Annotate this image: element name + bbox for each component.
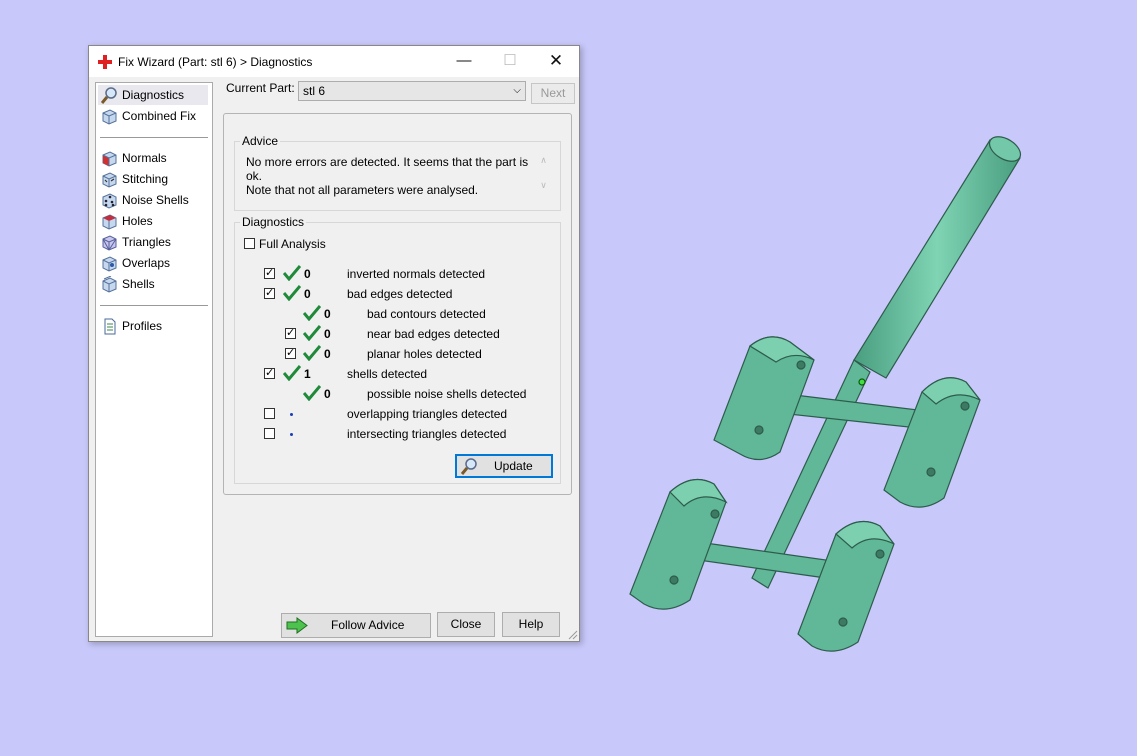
planar-holes-label: planar holes detected [367, 347, 482, 361]
current-part-select[interactable]: stl 6 ⌵ [298, 81, 526, 101]
cube-hole-icon [102, 214, 117, 230]
near-bad-edges-label: near bad edges detected [367, 327, 500, 341]
inverted-normals-checkbox[interactable]: ✓ [264, 267, 275, 279]
advice-group: Advice No more errors are detected. It s… [234, 134, 561, 211]
close-button[interactable]: Close [437, 612, 495, 637]
sidebar-separator [100, 137, 208, 138]
overlapping-triangles-label: overlapping triangles detected [347, 407, 508, 421]
advice-line-2: Note that not all parameters were analys… [246, 183, 479, 197]
sidebar-item-profiles[interactable]: Profiles [98, 316, 208, 336]
title-bar[interactable]: Fix Wizard (Part: stl 6) > Diagnostics —… [89, 46, 579, 77]
window-title: Fix Wizard (Part: stl 6) > Diagnostics [118, 55, 313, 69]
advice-text: No more errors are detected. It seems th… [246, 155, 534, 197]
green-check-icon [283, 365, 301, 381]
follow-advice-button[interactable]: Follow Advice [281, 613, 431, 638]
scroll-down-icon[interactable]: ∨ [537, 180, 550, 191]
red-cross-icon [98, 55, 112, 69]
magnifier-icon [101, 87, 117, 104]
bad-contours-count: 0 [324, 307, 331, 321]
cube-red-face-icon [102, 151, 117, 167]
sidebar-item-overlaps[interactable]: Overlaps [98, 253, 208, 273]
3d-part-model[interactable] [600, 110, 1040, 670]
green-check-icon [303, 325, 321, 341]
help-button[interactable]: Help [502, 612, 560, 637]
sidebar-item-normals[interactable]: Normals [98, 148, 208, 168]
noise-shells-count: 0 [324, 387, 331, 401]
green-arrow-icon [286, 617, 308, 634]
chevron-down-icon: ⌵ [513, 85, 521, 96]
shells-label: shells detected [347, 367, 428, 381]
full-analysis-checkbox[interactable] [244, 238, 255, 249]
sidebar-item-combined-fix[interactable]: Combined Fix [98, 106, 208, 126]
overlapping-triangles-checkbox[interactable] [264, 408, 275, 419]
planar-holes-count: 0 [324, 347, 331, 361]
inverted-normals-count: 0 [304, 267, 311, 281]
update-button[interactable]: Update [455, 454, 553, 478]
cube-shells-icon [102, 276, 117, 293]
sidebar-item-triangles[interactable]: Triangles [98, 232, 208, 252]
intersecting-triangles-label: intersecting triangles detected [347, 427, 507, 441]
green-check-icon [283, 285, 301, 301]
maximize-button[interactable]: ☐ [487, 46, 533, 77]
diagnostics-title: Diagnostics [240, 215, 307, 229]
shells-count: 1 [304, 367, 311, 381]
minimize-button[interactable]: — [441, 46, 487, 77]
full-analysis-label: Full Analysis [259, 237, 326, 251]
bad-edges-count: 0 [304, 287, 311, 301]
cube-icon [102, 109, 117, 125]
sidebar-item-shells[interactable]: Shells [98, 274, 208, 294]
inverted-normals-label: inverted normals detected [347, 267, 486, 281]
near-bad-edges-checkbox[interactable]: ✓ [285, 327, 296, 339]
sidebar-item-diagnostics[interactable]: Diagnostics [98, 85, 208, 105]
sidebar-item-holes[interactable]: Holes [98, 211, 208, 231]
cube-overlap-icon [102, 256, 117, 272]
cube-dots-icon [102, 193, 117, 209]
advice-scrollbar[interactable]: ∧ ∨ [537, 155, 550, 199]
resize-grip-icon[interactable] [567, 629, 578, 640]
planar-holes-checkbox[interactable]: ✓ [285, 347, 296, 359]
green-check-icon [283, 265, 301, 281]
next-button[interactable]: Next [531, 83, 575, 104]
fix-wizard-dialog: Fix Wizard (Part: stl 6) > Diagnostics —… [88, 45, 580, 642]
bad-contours-label: bad contours detected [367, 307, 486, 321]
close-window-button[interactable]: ✕ [533, 46, 579, 77]
noise-shells-label: possible noise shells detected [367, 387, 527, 401]
cube-triangles-icon [102, 235, 117, 251]
cube-stitch-icon [102, 172, 117, 188]
intersecting-triangles-checkbox[interactable] [264, 428, 275, 439]
current-part-label: Current Part: [226, 81, 295, 95]
follow-advice-label: Follow Advice [331, 618, 405, 632]
advice-line-1: No more errors are detected. It seems th… [246, 155, 529, 183]
near-bad-edges-count: 0 [324, 327, 331, 341]
update-label: Update [494, 459, 533, 473]
pending-dot-icon [290, 413, 293, 416]
green-check-icon [303, 305, 321, 321]
scroll-up-icon[interactable]: ∧ [537, 155, 550, 166]
diagnostics-group: Diagnostics Full Analysis ✓ 0 inverted n… [234, 215, 561, 484]
bad-edges-label: bad edges detected [347, 287, 453, 301]
shells-checkbox[interactable]: ✓ [264, 367, 275, 379]
sidebar-item-noise-shells[interactable]: Noise Shells [98, 190, 208, 210]
bad-edges-checkbox[interactable]: ✓ [264, 287, 275, 299]
sidebar: Diagnostics Combined Fix Normals Stitchi… [95, 82, 213, 637]
current-part-value: stl 6 [303, 84, 326, 98]
green-check-icon [303, 345, 321, 361]
diagnostics-panel: Advice No more errors are detected. It s… [223, 113, 572, 495]
green-check-icon [303, 385, 321, 401]
advice-title: Advice [240, 134, 281, 148]
sidebar-item-stitching[interactable]: Stitching [98, 169, 208, 189]
document-icon [104, 318, 116, 335]
magnifier-icon [460, 458, 477, 475]
sidebar-separator [100, 305, 208, 306]
pending-dot-icon [290, 433, 293, 436]
